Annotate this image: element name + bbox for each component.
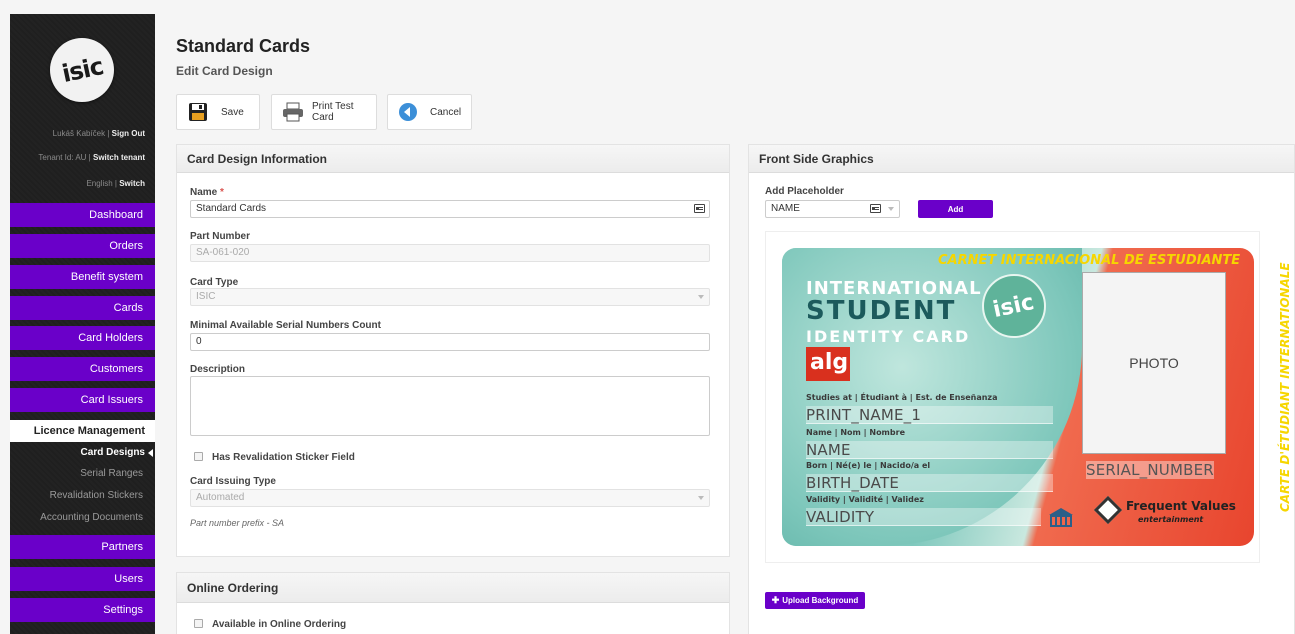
add-placeholder-label: Add Placeholder bbox=[765, 186, 844, 197]
nav-settings[interactable]: Settings bbox=[10, 598, 155, 622]
upload-background-label: Upload Background bbox=[782, 596, 859, 605]
name-placeholder[interactable]: NAME bbox=[806, 441, 851, 459]
serial-number-placeholder[interactable]: SERIAL_NUMBER bbox=[1086, 461, 1214, 479]
panel-title: Online Ordering bbox=[177, 573, 729, 603]
name-input[interactable]: Standard Cards bbox=[190, 200, 710, 218]
revalidation-checkbox[interactable] bbox=[194, 452, 203, 461]
sub-item-revalidation-stickers[interactable]: Revalidation Stickers bbox=[10, 486, 155, 506]
online-ordering-checkbox[interactable] bbox=[194, 619, 203, 628]
issuing-type-select: Automated bbox=[190, 489, 710, 507]
card-type-select: ISIC bbox=[190, 288, 710, 306]
prefix-note: Part number prefix - SA bbox=[190, 518, 285, 528]
language-line: English | Switch bbox=[86, 179, 145, 188]
upload-background-button[interactable]: ✚ Upload Background bbox=[765, 592, 865, 609]
issuer-logo: alg bbox=[806, 347, 850, 381]
card-banner-side: CARTE D'ÉTUDIANT INTERNATIONALE bbox=[1278, 262, 1292, 512]
page-subtitle: Edit Card Design bbox=[176, 64, 273, 78]
placeholder-select[interactable]: NAME bbox=[765, 200, 900, 218]
nav-card-issuers[interactable]: Card Issuers bbox=[10, 388, 155, 412]
print-name-placeholder[interactable]: PRINT_NAME_1 bbox=[806, 406, 921, 424]
partner-name: Frequent Values bbox=[1126, 499, 1236, 513]
chevron-down-icon bbox=[698, 295, 704, 299]
born-label: Born | Né(e) le | Nacido/a el bbox=[806, 461, 931, 470]
print-test-card-button[interactable]: Print Test Card bbox=[271, 94, 377, 130]
page-title: Standard Cards bbox=[176, 36, 311, 56]
card-isic-logo: isic bbox=[982, 274, 1046, 338]
nav-card-holders[interactable]: Card Holders bbox=[10, 326, 155, 350]
nav-users[interactable]: Users bbox=[10, 567, 155, 591]
card-banner-top: CARNET INTERNACIONAL DE ESTUDIANTE bbox=[938, 253, 1241, 268]
required-marker: * bbox=[220, 187, 224, 198]
back-arrow-icon bbox=[398, 101, 418, 123]
part-number-input: SA-061-020 bbox=[190, 244, 710, 262]
chevron-down-icon[interactable] bbox=[888, 207, 894, 211]
unesco-logo bbox=[1048, 507, 1074, 529]
switch-tenant-link[interactable]: Switch tenant bbox=[93, 153, 145, 162]
add-placeholder-button[interactable]: Add bbox=[918, 200, 993, 218]
sub-item-accounting-documents[interactable]: Accounting Documents bbox=[10, 508, 155, 528]
photo-label: PHOTO bbox=[1129, 355, 1179, 371]
placeholder-value: NAME bbox=[771, 203, 800, 214]
name-value: Standard Cards bbox=[196, 203, 267, 214]
card-line-identity: IDENTITY CARD bbox=[806, 327, 971, 346]
sidebar: isic Lukáš Kabíček | Sign Out Tenant Id:… bbox=[10, 14, 155, 634]
nav-orders[interactable]: Orders bbox=[10, 234, 155, 258]
sub-item-serial-ranges[interactable]: Serial Ranges bbox=[10, 464, 155, 484]
validity-label: Validity | Validité | Validez bbox=[806, 495, 924, 504]
print-label: Print Test Card bbox=[312, 101, 354, 123]
studies-label: Studies at | Étudiant à | Est. de Enseña… bbox=[806, 393, 998, 402]
photo-placeholder[interactable]: PHOTO bbox=[1082, 272, 1226, 454]
partner-subtitle: entertainment bbox=[1138, 515, 1204, 524]
cancel-button[interactable]: Cancel bbox=[387, 94, 472, 130]
card-type-label: Card Type bbox=[190, 277, 239, 288]
nav-customers[interactable]: Customers bbox=[10, 357, 155, 381]
panel-title: Front Side Graphics bbox=[749, 145, 1294, 173]
nav-cards[interactable]: Cards bbox=[10, 296, 155, 320]
language: English bbox=[86, 179, 113, 188]
description-label: Description bbox=[190, 364, 246, 375]
user-line: Lukáš Kabíček | Sign Out bbox=[53, 129, 145, 138]
printer-icon bbox=[282, 101, 304, 123]
save-icon bbox=[187, 101, 209, 123]
name-label: Name * bbox=[190, 187, 224, 198]
tenant-id: Tenant Id: AU bbox=[38, 153, 87, 162]
nav-partners[interactable]: Partners bbox=[10, 535, 155, 559]
card-isic-logo-text: isic bbox=[991, 289, 1037, 323]
switch-language-link[interactable]: Switch bbox=[119, 179, 145, 188]
validity-placeholder[interactable]: VALIDITY bbox=[806, 508, 874, 526]
card-type-value: ISIC bbox=[196, 291, 216, 302]
nav-licence-management[interactable]: Licence Management bbox=[10, 420, 155, 442]
issuing-type-label: Card Issuing Type bbox=[190, 476, 276, 487]
min-serial-input[interactable]: 0 bbox=[190, 333, 710, 351]
chevron-down-icon bbox=[698, 496, 704, 500]
cancel-label: Cancel bbox=[430, 106, 462, 118]
min-serial-label: Minimal Available Serial Numbers Count bbox=[190, 320, 381, 331]
part-number-label: Part Number bbox=[190, 231, 251, 242]
save-button[interactable]: Save bbox=[176, 94, 260, 130]
issuing-type-value: Automated bbox=[196, 492, 245, 503]
card-line-student: STUDENT bbox=[806, 296, 957, 326]
revalidation-label: Has Revalidation Sticker Field bbox=[212, 452, 355, 463]
logo-text: isic bbox=[59, 52, 105, 88]
isic-logo[interactable]: isic bbox=[50, 38, 114, 102]
online-ordering-label: Available in Online Ordering bbox=[212, 619, 347, 630]
user-name: Lukáš Kabíček bbox=[52, 129, 106, 138]
nav-benefit-system[interactable]: Benefit system bbox=[10, 265, 155, 289]
nav-dashboard[interactable]: Dashboard bbox=[10, 203, 155, 227]
id-card-icon bbox=[870, 204, 881, 213]
birth-date-placeholder[interactable]: BIRTH_DATE bbox=[806, 474, 899, 492]
id-card-icon[interactable] bbox=[694, 204, 705, 213]
tenant-line: Tenant Id: AU | Switch tenant bbox=[38, 153, 145, 162]
save-label: Save bbox=[221, 106, 244, 118]
name-card-label: Name | Nom | Nombre bbox=[806, 428, 905, 437]
plus-icon: ✚ bbox=[771, 595, 780, 605]
panel-title: Card Design Information bbox=[177, 145, 729, 173]
description-textarea[interactable] bbox=[190, 376, 710, 436]
sub-item-card-designs[interactable]: Card Designs bbox=[10, 443, 155, 463]
sign-out-link[interactable]: Sign Out bbox=[112, 129, 145, 138]
